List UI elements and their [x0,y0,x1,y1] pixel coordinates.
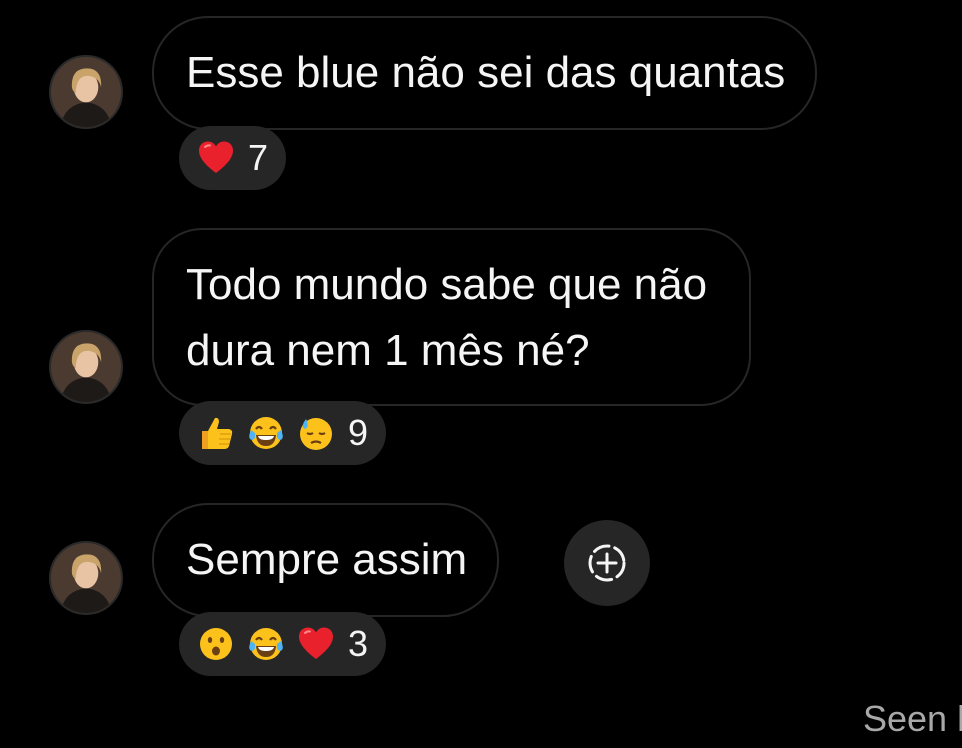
downcast-face-with-sweat-icon [296,413,336,453]
red-heart-icon [196,138,236,178]
message-text: Sempre assim [186,535,468,584]
reactions-pill[interactable]: 3 [179,612,387,676]
message-bubble[interactable]: Todo mundo sabe que não dura nem 1 mês n… [152,228,752,406]
avatar-image [51,543,121,613]
message-bubble[interactable]: Esse blue não sei das quantas [152,16,818,130]
avatar-image [51,332,121,402]
face-with-tears-of-joy-icon [246,624,286,664]
red-heart-icon [296,624,336,664]
hushed-face-icon [196,624,236,664]
message-text: Esse blue não sei das quantas [186,48,786,97]
thumbs-up-icon [196,413,236,453]
avatar[interactable] [49,55,123,129]
reactions-pill[interactable]: 7 [179,126,287,190]
chat-thread: Esse blue não sei das quantas 7 Todo mun… [0,0,962,748]
avatar[interactable] [49,541,123,615]
reactions-pill[interactable]: 9 [179,401,387,465]
add-reaction-button[interactable] [564,520,650,606]
add-reaction-icon [588,544,626,582]
reaction-count: 9 [348,412,369,453]
avatar[interactable] [49,330,123,404]
face-with-tears-of-joy-icon [246,413,286,453]
message-text-line: Todo mundo sabe que não [186,260,708,309]
reaction-count: 7 [248,137,269,178]
message-bubble[interactable]: Sempre assim [152,503,500,617]
avatar-image [51,57,121,127]
message-text-line: dura nem 1 mês né? [186,326,590,375]
seen-status: Seen l [863,698,962,739]
reaction-count: 3 [348,623,369,664]
